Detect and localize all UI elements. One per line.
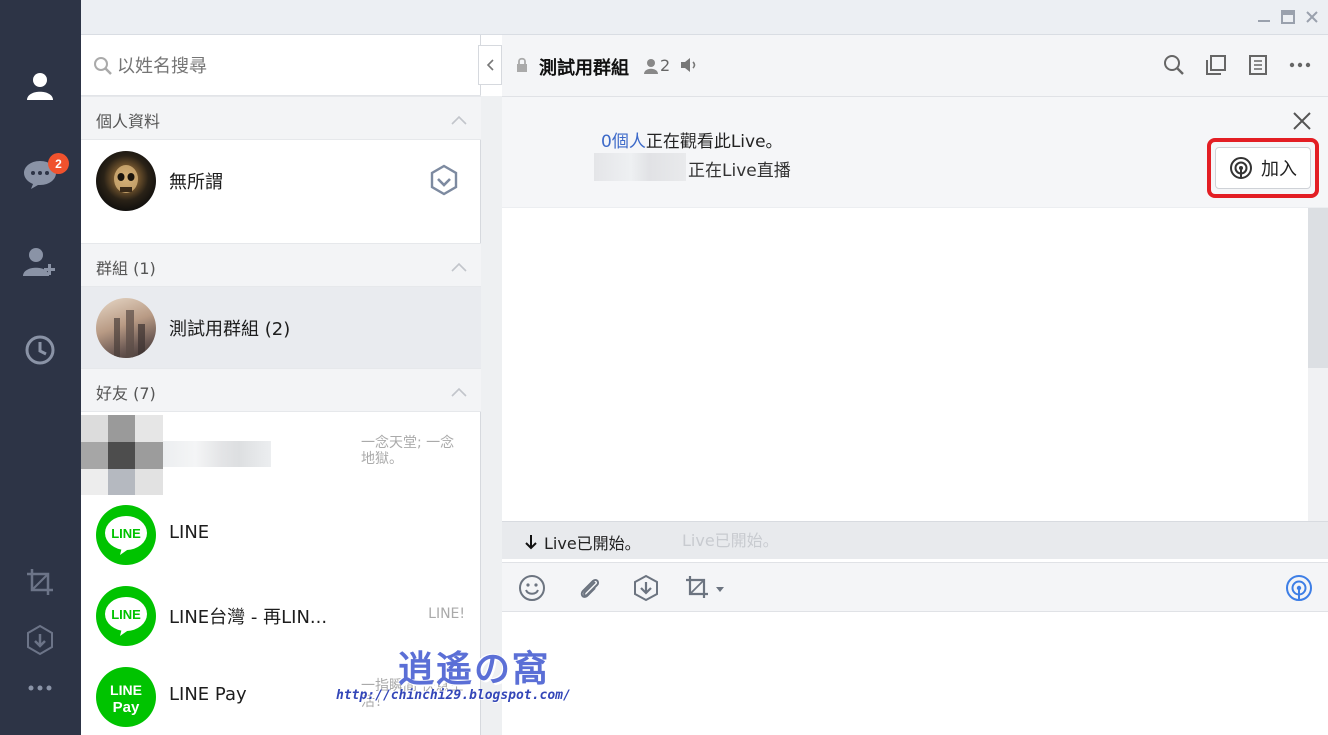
minimize-icon[interactable] (1256, 8, 1272, 26)
join-label: 加入 (1261, 159, 1297, 180)
member-icon (644, 58, 658, 74)
profile-row[interactable]: 無所謂 (81, 140, 481, 222)
side-nav: 2 (0, 0, 81, 735)
chat-unread-badge: 2 (48, 153, 69, 174)
section-profile-header[interactable]: 個人資料 (81, 96, 481, 140)
maximize-icon[interactable] (1280, 8, 1296, 26)
window-titlebar (81, 0, 1328, 35)
add-friend-icon[interactable] (20, 242, 60, 282)
friend-name: LINE Pay (169, 684, 247, 705)
album-icon[interactable] (1204, 53, 1228, 77)
group-name: 測試用群組 (2) (169, 319, 291, 340)
scroll-thumb[interactable] (1308, 208, 1328, 368)
screenshot-dropdown-icon[interactable] (684, 574, 728, 602)
search-icon (93, 56, 113, 80)
friend-name: LINE (169, 522, 210, 543)
chat-messages (502, 208, 1308, 521)
emoji-icon[interactable] (518, 574, 546, 602)
chat-title: 測試用群組 (539, 58, 629, 79)
member-count-value: 2 (660, 56, 671, 75)
notes-icon[interactable] (1246, 53, 1270, 77)
blurred-broadcaster-name (594, 153, 686, 181)
arrow-down-icon (525, 535, 537, 550)
line-pay-logo-icon: LINE Pay (96, 667, 156, 727)
friends-icon[interactable] (20, 66, 60, 106)
live-started-notice[interactable]: Live已開始。 Live已開始。 (502, 521, 1328, 559)
avatar (96, 151, 156, 211)
live-broadcast-icon[interactable] (1285, 574, 1313, 602)
svg-text:LINE: LINE (110, 682, 142, 698)
svg-text:LINE: LINE (111, 607, 141, 622)
close-window-icon[interactable] (1304, 8, 1320, 26)
message-input[interactable] (502, 612, 1328, 735)
close-banner-icon[interactable] (1292, 111, 1312, 135)
join-live-button[interactable]: 加入 (1215, 147, 1311, 189)
section-groups-header[interactable]: 群組 (1) (81, 243, 481, 287)
friend-row[interactable]: 一念天堂; 一念地獄。 (81, 413, 481, 495)
timeline-icon[interactable] (20, 330, 60, 370)
chat-scrollbar[interactable] (1308, 208, 1328, 521)
profile-name: 無所謂 (169, 172, 223, 193)
friend-name: LINE台灣 - 再LIN... (169, 607, 328, 628)
list-scrollbar[interactable] (481, 96, 502, 735)
friend-status: 一念天堂; 一念地獄。 (361, 435, 455, 467)
blurred-name (163, 441, 271, 467)
join-highlight-outline: 加入 (1207, 138, 1319, 198)
section-label: 好友 (7) (96, 384, 156, 403)
speaker-icon[interactable] (680, 57, 698, 77)
section-friends-header[interactable]: 好友 (7) (81, 368, 481, 412)
chevron-up-icon (451, 382, 467, 401)
section-label: 群組 (1) (96, 259, 156, 278)
friend-status: 一指瞬間 快意生活！ (361, 678, 464, 710)
more-icon[interactable] (20, 668, 60, 708)
svg-text:LINE: LINE (111, 526, 141, 541)
screenshot-icon[interactable] (20, 562, 60, 602)
input-toolbar (502, 562, 1328, 612)
live-viewers: 0個人正在觀看此Live。 (601, 127, 783, 152)
chevron-up-icon (451, 110, 467, 129)
notice-ghost-text: Live已開始。 (682, 531, 779, 550)
keep-download-icon[interactable] (429, 164, 459, 200)
viewer-text: 正在觀看此Live。 (645, 132, 783, 152)
keep-save-icon[interactable] (632, 574, 660, 602)
group-row[interactable]: 測試用群組 (2) (81, 287, 481, 369)
member-count[interactable]: 2 (644, 56, 670, 75)
chevron-up-icon (451, 257, 467, 276)
friend-row[interactable]: LINE LINE (81, 494, 481, 576)
chat-header: 測試用群組 2 (502, 35, 1328, 97)
live-banner: 0個人正在觀看此Live。 正在Live直播 (502, 97, 1328, 208)
svg-text:Pay: Pay (113, 699, 140, 716)
viewer-count-link[interactable]: 0個人 (601, 132, 646, 152)
line-logo-icon: LINE (96, 586, 156, 646)
search-bar (81, 35, 481, 96)
collapse-panel-button[interactable] (478, 45, 502, 85)
avatar (81, 415, 163, 495)
download-icon[interactable] (20, 620, 60, 660)
friend-row[interactable]: LINE LINE台灣 - 再LIN... LINE! (81, 575, 481, 657)
attach-file-icon[interactable] (575, 574, 603, 602)
avatar (96, 298, 156, 358)
live-status: 正在Live直播 (688, 161, 791, 181)
section-label: 個人資料 (96, 112, 161, 131)
search-chat-icon[interactable] (1162, 53, 1186, 77)
friend-list-panel: 個人資料 無所謂 群組 (1) 測試用群組 (2) 好友 (7) (81, 35, 502, 735)
lock-icon (516, 57, 528, 77)
friend-row[interactable]: LINE Pay LINE Pay 一指瞬間 快意生活！ (81, 656, 481, 735)
line-logo-icon: LINE (96, 505, 156, 565)
live-broadcast-icon (1230, 157, 1252, 179)
notice-text: Live已開始。 (544, 534, 641, 553)
friend-status: LINE! (428, 606, 465, 622)
search-input[interactable] (117, 51, 437, 81)
more-options-icon[interactable] (1288, 53, 1312, 77)
